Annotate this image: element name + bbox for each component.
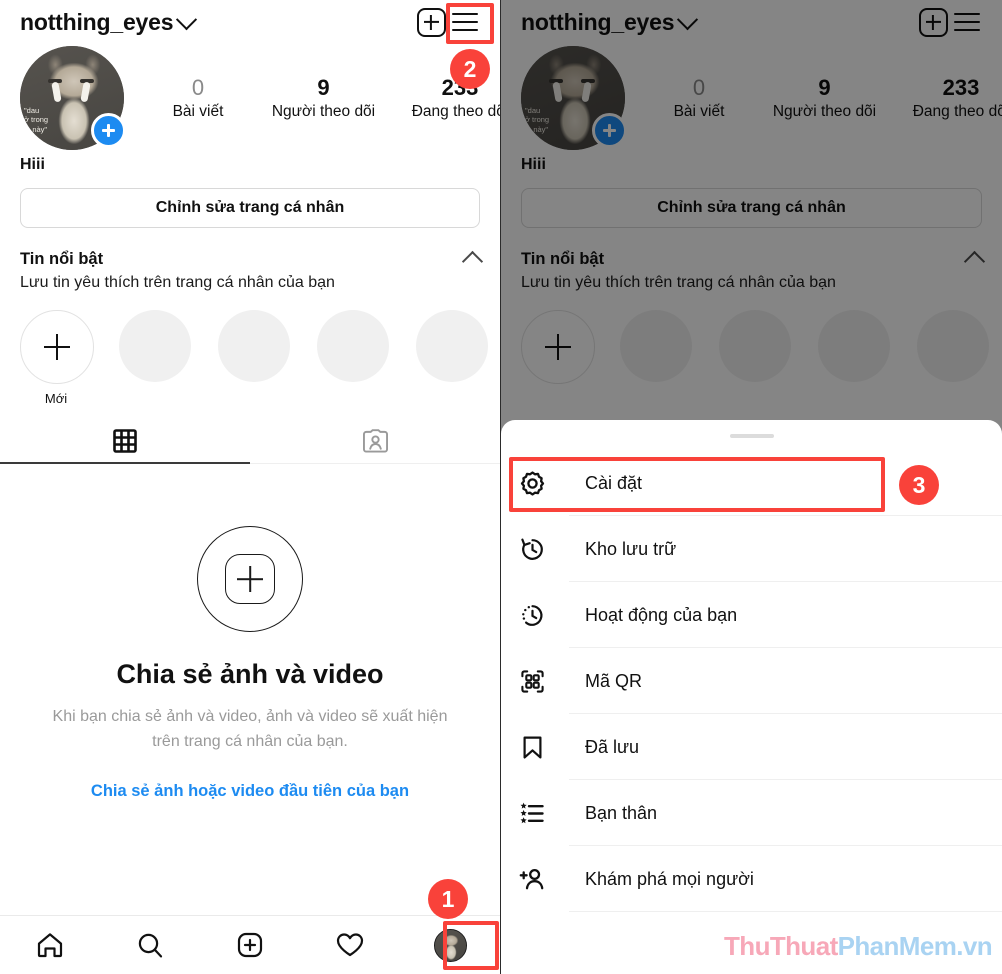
highlights-subtitle: Lưu tin yêu thích trên trang cá nhân của… — [20, 274, 335, 291]
close-friends-menu-item[interactable]: Bạn thân — [501, 780, 1002, 846]
activity-clock-icon — [519, 602, 559, 629]
plus-icon — [20, 310, 94, 384]
saved-menu-item[interactable]: Đã lưu — [501, 714, 1002, 780]
highlight-box-profile-nav — [443, 921, 499, 970]
stat-following-label: Đang theo dõi — [411, 103, 501, 120]
highlight-placeholder — [218, 310, 290, 382]
screenshot-root: notthing_eyes .topbar > div:first-child{… — [0, 0, 1002, 974]
profile-header-row: "dau ở trong m này" 0 Bài viết 9 Người t… — [0, 42, 500, 150]
stat-followers-label: Người theo dõi — [271, 103, 376, 120]
search-nav-button[interactable] — [100, 931, 200, 959]
highlight-placeholder — [317, 310, 389, 382]
highlight-placeholder — [416, 310, 488, 382]
site-watermark: ThuThuatPhanMem.vn — [724, 931, 993, 962]
qr-code-menu-item[interactable]: Mã QR — [501, 648, 1002, 714]
highlight-box-hamburger — [446, 3, 494, 44]
profile-top-bar: notthing_eyes .topbar > div:first-child{… — [0, 0, 500, 42]
username-label: notthing_eyes — [20, 8, 174, 35]
empty-state-link[interactable]: Chia sẻ ảnh hoặc video đầu tiên của bạn — [91, 782, 409, 801]
search-icon — [138, 933, 163, 958]
chevron-up-icon[interactable] — [461, 250, 484, 273]
discover-people-menu-item[interactable]: Khám phá mọi người — [501, 846, 1002, 912]
bookmark-icon — [519, 734, 559, 761]
tagged-person-icon — [362, 428, 388, 453]
menu-item-label: Bạn thân — [585, 802, 658, 823]
step-badge-1: 1 — [428, 879, 468, 919]
plus-square-icon — [416, 7, 446, 37]
edit-profile-button[interactable]: Chỉnh sửa trang cá nhân — [20, 188, 480, 228]
tab-grid[interactable] — [0, 419, 250, 463]
highlights-title: Tin nổi bật — [20, 250, 104, 268]
menu-item-label: Hoạt động của bạn — [585, 604, 738, 625]
activity-nav-button[interactable] — [300, 931, 400, 959]
highlight-placeholder — [119, 310, 191, 382]
profile-bio: Hiii — [20, 156, 45, 173]
avatar-caption-line-3: m này" — [24, 124, 48, 134]
stat-posts-value: 0 — [191, 75, 205, 100]
plus-square-icon — [237, 932, 263, 958]
highlight-box-settings — [509, 457, 885, 512]
profile-avatar-wrap[interactable]: "dau ở trong m này" — [20, 46, 126, 150]
empty-state-body: Khi bạn chia sẻ ảnh và video, ảnh và vid… — [52, 708, 448, 750]
sheet-drag-handle[interactable] — [729, 434, 774, 438]
stat-followers-value: 9 — [317, 75, 330, 100]
home-nav-button[interactable] — [0, 931, 100, 959]
profile-tabs — [0, 419, 500, 464]
highlight-new[interactable]: Mới — [20, 310, 94, 406]
menu-item-label: Đã lưu — [585, 736, 640, 757]
archive-menu-item[interactable]: Kho lưu trữ — [501, 516, 1002, 582]
highlights-row: Mới — [0, 294, 500, 406]
your-activity-menu-item[interactable]: Hoạt động của bạn — [501, 582, 1002, 648]
close-friends-list-icon — [519, 800, 559, 827]
archive-clock-icon — [519, 536, 559, 563]
menu-item-label: Mã QR — [585, 670, 643, 691]
create-nav-button[interactable] — [200, 931, 300, 959]
instagram-profile-screen: notthing_eyes .topbar > div:first-child{… — [0, 0, 500, 974]
options-menu: Cài đặt Kho lưu trữ Hoạt động của bạn Mã… — [501, 450, 1002, 912]
profile-stats: 0 Bài viết 9 Người theo dõi 233 Đang the… — [142, 74, 501, 122]
bottom-navigation-bar — [0, 915, 500, 974]
watermark-part-2: PhanMem.vn — [837, 931, 993, 961]
menu-item-label: Kho lưu trữ — [585, 538, 677, 559]
avatar-caption-line-1: "dau — [24, 105, 40, 115]
highlight-new-label: Mới — [44, 391, 68, 406]
discover-people-icon — [519, 866, 559, 893]
add-story-plus-icon[interactable] — [91, 113, 126, 148]
watermark-part-1: ThuThuat — [724, 931, 838, 961]
stat-followers[interactable]: 9 Người theo dõi — [254, 74, 393, 122]
menu-item-label: Khám phá mọi người — [585, 868, 754, 889]
stat-posts-label: Bài viết — [172, 103, 224, 120]
grid-icon — [113, 429, 137, 453]
empty-state-title: Chia sẻ ảnh và video — [116, 659, 384, 689]
step-badge-3: 3 — [899, 465, 939, 505]
create-new-button[interactable] — [414, 5, 448, 39]
avatar-caption-line-2: ở trong — [24, 115, 49, 124]
step-badge-2: 2 — [450, 49, 490, 89]
stat-posts[interactable]: 0 Bài viết — [142, 74, 254, 122]
heart-icon — [336, 933, 364, 957]
chevron-down-icon[interactable] — [176, 8, 198, 30]
right-phone-panel: notthing_eyes "dau ở trong m này" 0 Bài … — [501, 0, 1002, 974]
active-tab-underline — [0, 462, 250, 464]
plus-circle-icon[interactable] — [197, 526, 303, 632]
left-phone-panel: notthing_eyes .topbar > div:first-child{… — [0, 0, 501, 974]
tab-tagged[interactable] — [250, 419, 500, 463]
empty-state: Chia sẻ ảnh và video Khi bạn chia sẻ ảnh… — [0, 464, 500, 801]
qr-code-icon — [519, 668, 559, 695]
home-icon — [37, 933, 63, 958]
highlights-header: Tin nổi bật Lưu tin yêu thích trên trang… — [0, 228, 500, 294]
